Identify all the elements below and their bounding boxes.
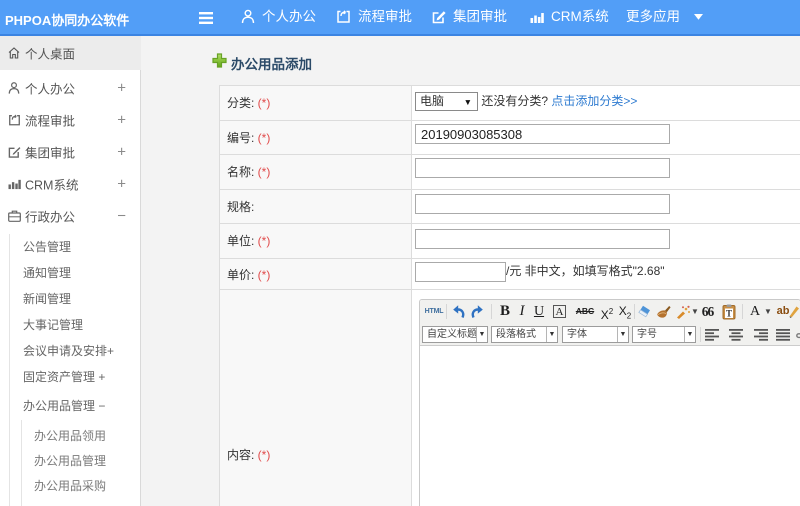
svg-text:T: T: [726, 309, 732, 319]
